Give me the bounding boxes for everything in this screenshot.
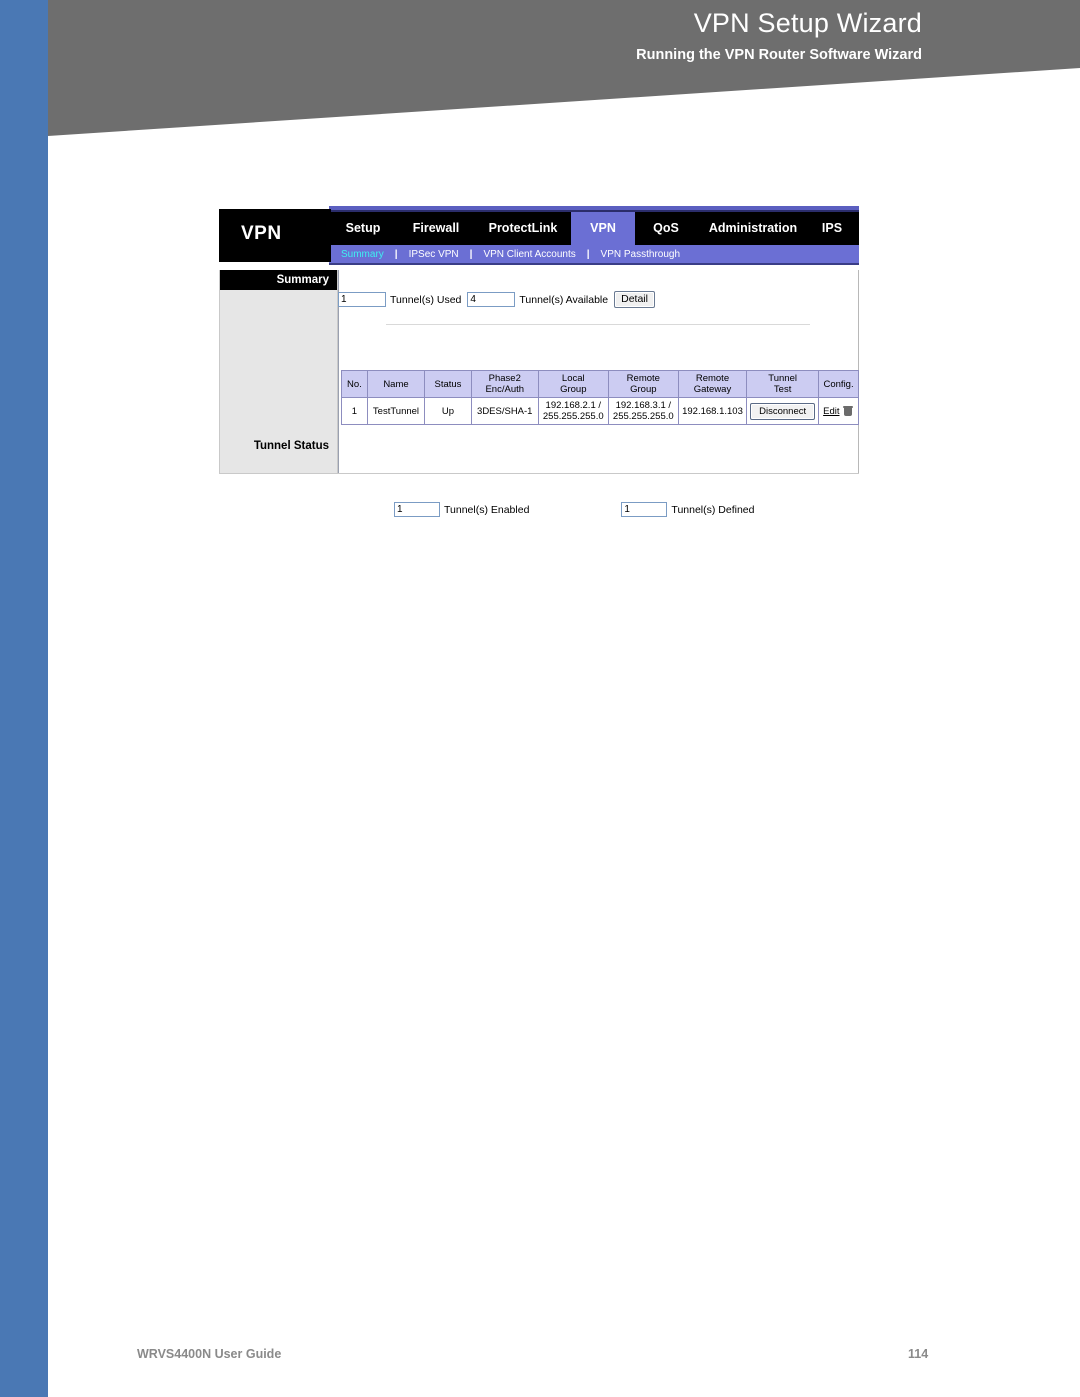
router-nav: VPN Setup Firewall ProtectLink VPN QoS A… [219, 206, 859, 269]
tunnels-defined-label: Tunnel(s) Defined [671, 503, 755, 516]
col-phase2-line1: Phase2 [488, 373, 521, 384]
side-panel-header: Summary [220, 270, 337, 290]
nav-tab-firewall[interactable]: Firewall [397, 212, 475, 245]
nav-tab-ips[interactable]: IPS [809, 212, 855, 245]
col-tunnel-test-line2: Test [773, 384, 792, 395]
subnav-separator: | [586, 248, 590, 260]
page-accent-stripe [0, 0, 48, 1397]
subnav-separator: | [394, 248, 398, 260]
router-side-panel: Summary Tunnel Status [220, 270, 338, 473]
cell-name: TestTunnel [366, 397, 426, 425]
cell-config: Edit [818, 397, 859, 425]
footer-page-number: 114 [908, 1347, 929, 1361]
col-phase2-line2: Enc/Auth [485, 384, 525, 395]
primary-nav-bar: Setup Firewall ProtectLink VPN QoS Admin… [329, 212, 859, 245]
trash-icon[interactable] [842, 406, 853, 416]
col-remote-group-line2: Group [630, 384, 657, 395]
subnav-separator: | [469, 248, 473, 260]
tunnels-used-input[interactable] [338, 292, 386, 307]
subnav-item-summary[interactable]: Summary [341, 249, 384, 260]
col-remote-gateway-line2: Gateway [693, 384, 732, 395]
router-page-body: Summary Tunnel Status Tunnel(s) Used Tun… [219, 270, 859, 517]
section-divider [386, 324, 810, 325]
cell-remote-group-line1: 192.168.3.1 / [615, 400, 672, 411]
col-config: Config. [818, 370, 859, 398]
col-tunnel-test: Tunnel Test [746, 370, 820, 398]
nav-tab-qos[interactable]: QoS [635, 212, 697, 245]
disconnect-button[interactable]: Disconnect [750, 402, 816, 420]
cell-status: Up [424, 397, 472, 425]
col-remote-group: Remote Group [607, 370, 679, 398]
cell-remote-gateway: 192.168.1.103 [677, 397, 748, 425]
tunnels-used-label: Tunnel(s) Used [390, 293, 462, 306]
col-name: Name [366, 370, 426, 398]
edit-link[interactable]: Edit [823, 406, 839, 417]
col-no: No. [341, 370, 368, 398]
secondary-nav-bar: Summary | IPSec VPN | VPN Client Account… [329, 245, 859, 263]
cell-remote-group-line2: 255.255.255.0 [612, 411, 674, 422]
side-panel-label-tunnel-status: Tunnel Status [253, 440, 329, 452]
cell-remote-group: 192.168.3.1 / 255.255.255.0 [607, 397, 679, 425]
col-local-group-line1: Local [561, 373, 585, 384]
col-local-group: Local Group [537, 370, 609, 398]
subnav-item-ipsec-vpn[interactable]: IPSec VPN [409, 249, 459, 260]
col-remote-gateway: Remote Gateway [677, 370, 748, 398]
page-subtitle: Running the VPN Router Software Wizard [636, 47, 922, 63]
tunnels-defined-input[interactable] [621, 502, 668, 517]
col-local-group-line2: Group [560, 384, 587, 395]
nav-tab-vpn[interactable]: VPN [571, 212, 635, 245]
col-status: Status [424, 370, 472, 398]
cell-tunnel-test: Disconnect [746, 397, 820, 425]
col-tunnel-test-line1: Tunnel [768, 373, 797, 384]
router-brand-label: VPN [241, 223, 282, 244]
nav-tab-protectlink[interactable]: ProtectLink [475, 212, 571, 245]
cell-no: 1 [341, 397, 368, 425]
tunnels-available-label: Tunnel(s) Available [519, 293, 609, 306]
col-remote-group-line1: Remote [626, 373, 660, 384]
page-title: VPN Setup Wizard [693, 8, 922, 38]
cell-phase2-enc-auth: 3DES/SHA-1 [470, 397, 539, 425]
detail-button[interactable]: Detail [614, 291, 655, 308]
tunnel-usage-row: Tunnel(s) Used Tunnel(s) Available Detai… [338, 291, 655, 308]
nav-tab-setup[interactable]: Setup [329, 212, 397, 245]
tunnels-enabled-input[interactable] [394, 502, 440, 517]
cell-local-group: 192.168.2.1 / 255.255.255.0 [537, 397, 609, 425]
router-ui-screenshot: VPN Setup Firewall ProtectLink VPN QoS A… [219, 206, 859, 517]
col-remote-gateway-line1: Remote [695, 373, 730, 384]
nav-tab-administration[interactable]: Administration [697, 212, 809, 245]
tunnel-counts-row: Tunnel(s) Enabled Tunnel(s) Defined [394, 502, 761, 517]
footer-guide-label: WRVS4400N User Guide [137, 1347, 282, 1361]
table-row: 1 TestTunnel Up 3DES/SHA-1 192.168.2.1 /… [341, 397, 859, 425]
nav-bottom-accent-line [329, 263, 859, 265]
cell-local-group-line1: 192.168.2.1 / [545, 400, 602, 411]
table-header-row: No. Name Status Phase2 Enc/Auth Local Gr… [341, 370, 859, 398]
tunnels-enabled-label: Tunnel(s) Enabled [444, 503, 530, 516]
tunnel-status-table: No. Name Status Phase2 Enc/Auth Local Gr… [341, 370, 859, 425]
subnav-item-vpn-passthrough[interactable]: VPN Passthrough [601, 249, 681, 260]
page-banner [48, 0, 1080, 136]
col-phase2-enc-auth: Phase2 Enc/Auth [470, 370, 539, 398]
tunnels-available-input[interactable] [467, 292, 516, 307]
cell-local-group-line2: 255.255.255.0 [542, 411, 604, 422]
router-brand-box: VPN [219, 209, 331, 262]
config-actions: Edit [823, 406, 854, 417]
subnav-item-vpn-client-accounts[interactable]: VPN Client Accounts [483, 249, 575, 260]
